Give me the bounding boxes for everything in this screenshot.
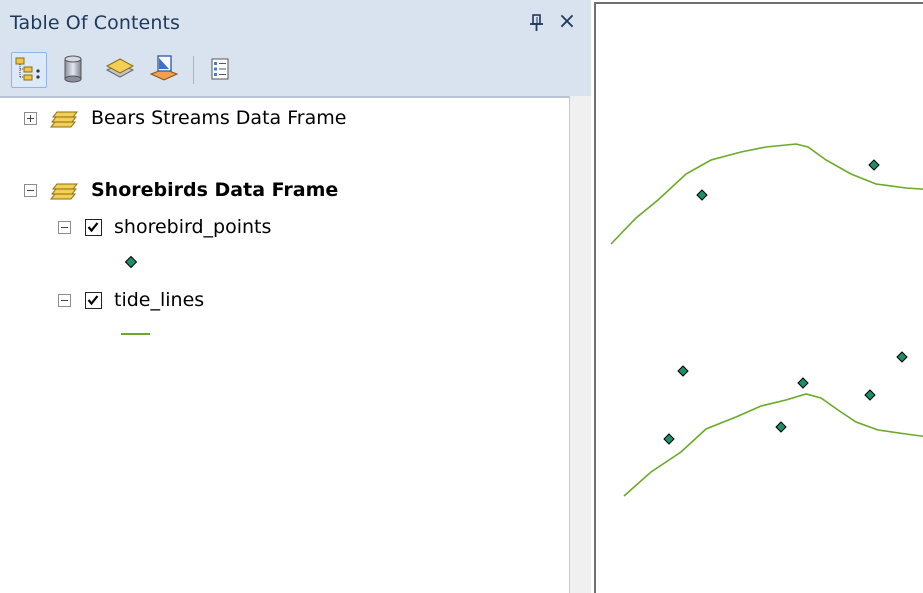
shorebird-point-feature (677, 365, 689, 377)
layers-icon (105, 58, 135, 78)
shorebird-point-feature (864, 389, 876, 401)
options-icon (211, 58, 229, 80)
list-by-visibility-button[interactable] (103, 52, 139, 88)
map-display[interactable] (591, 0, 923, 593)
layer-visibility-checkbox[interactable] (85, 218, 102, 236)
collapse-icon[interactable] (24, 183, 37, 197)
tide-line-feature (623, 393, 923, 497)
toc-divider (0, 96, 591, 98)
checkmark-icon (87, 221, 99, 232)
shorebird-point-feature (663, 433, 675, 445)
drawing-order-icon (15, 57, 40, 81)
collapse-icon[interactable] (58, 293, 71, 307)
options-button[interactable] (203, 52, 239, 88)
list-by-source-button[interactable] (56, 52, 92, 88)
map-frame[interactable] (594, 2, 923, 593)
map-canvas[interactable] (596, 4, 923, 593)
expand-icon[interactable] (24, 111, 37, 125)
shorebird-point-feature (896, 351, 908, 363)
line-symbol-icon[interactable] (120, 330, 152, 338)
layer-label: tide_lines (114, 289, 205, 311)
checkmark-icon (87, 294, 99, 305)
toc-title: Table Of Contents (10, 12, 181, 34)
data-frame-label: Shorebirds Data Frame (91, 179, 339, 201)
database-icon (64, 55, 82, 83)
toc-scroll-gutter (569, 96, 591, 593)
close-icon[interactable]: × (556, 11, 578, 33)
shorebird-point-feature (797, 377, 809, 389)
list-by-drawing-order-button[interactable] (11, 52, 47, 88)
point-symbol-icon[interactable] (124, 255, 138, 269)
layer-shorebird-points[interactable]: shorebird_points (58, 212, 271, 242)
layer-tide-lines[interactable]: tide_lines (58, 285, 204, 315)
data-frame-label: Bears Streams Data Frame (91, 107, 347, 129)
layer-visibility-checkbox[interactable] (85, 291, 102, 309)
collapse-icon[interactable] (58, 220, 71, 234)
toolbar-separator (193, 56, 194, 84)
data-frame-shorebirds[interactable]: Shorebirds Data Frame (24, 175, 338, 205)
table-of-contents-panel: Table Of Contents × Bears Streams Data F… (0, 0, 591, 593)
toc-title-bar: Table Of Contents × (0, 0, 591, 44)
data-frame-layers-icon (49, 183, 79, 200)
shorebird-point-feature (775, 421, 787, 433)
list-by-selection-button[interactable] (147, 52, 183, 88)
layer-label: shorebird_points (114, 216, 272, 238)
pin-icon[interactable] (528, 13, 546, 33)
tide-line-feature (610, 143, 923, 245)
data-frame-layers-icon (49, 111, 79, 128)
shorebird-point-feature (868, 159, 880, 171)
selection-icon (149, 55, 179, 81)
data-frame-bears-streams[interactable]: Bears Streams Data Frame (24, 103, 346, 133)
shorebird-point-feature (696, 189, 708, 201)
